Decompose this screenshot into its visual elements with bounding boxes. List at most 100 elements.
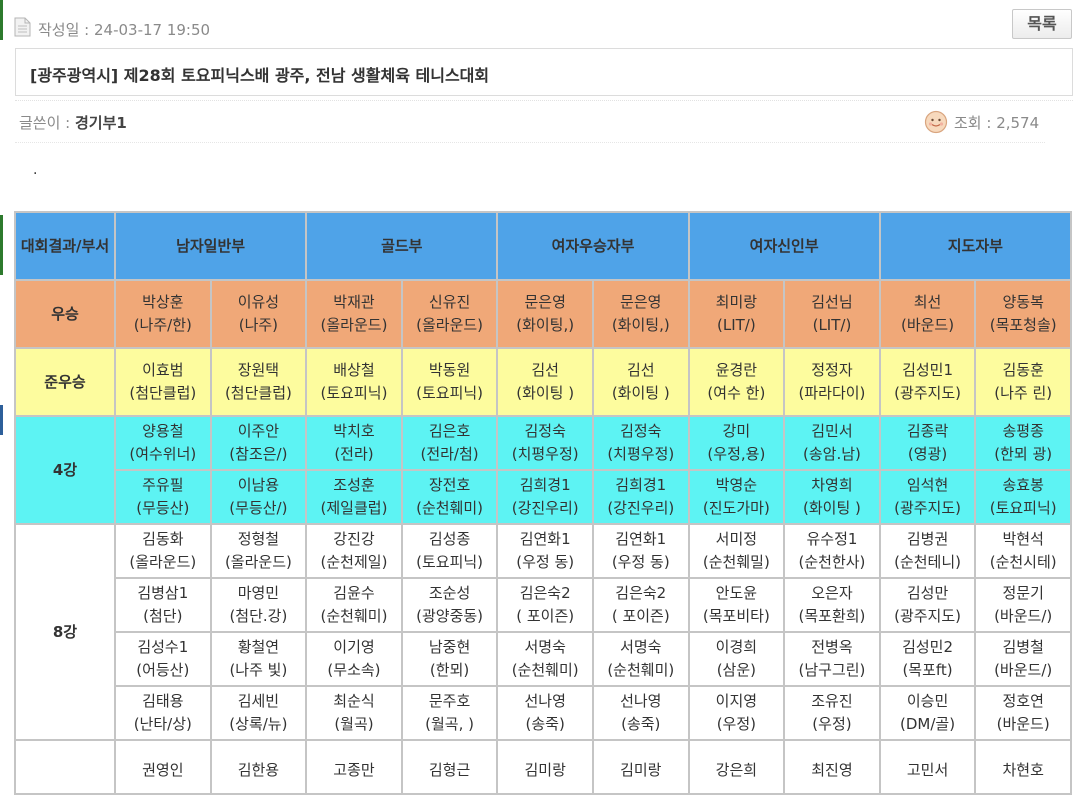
player-cell: 박재관 (올라운드) — [305, 279, 403, 349]
player-name: 서미정 — [715, 530, 758, 548]
player-name: 김세빈 — [237, 692, 280, 710]
player-club: (토요피닉) — [320, 384, 388, 402]
player-name: 김연화1 — [519, 530, 571, 548]
winner-label: 우승 — [14, 279, 116, 349]
player-cell: 김미랑 — [496, 739, 594, 795]
player-club: (첨단.강) — [229, 607, 288, 625]
division-header: 지도자부 — [878, 211, 1073, 281]
quarterfinal-row: 김성수1 (어등산) 황철연 (나주 빛) 이기영 (무소속) 남중현 (한뫼) 서명숙 (순천훼… — [15, 631, 1072, 687]
player-cell: 김성수1 (어등산) — [114, 631, 212, 687]
player-club: (우정 동) — [611, 553, 670, 571]
player-name: 선나영 — [620, 692, 662, 710]
player-cell: 강은희 — [687, 739, 786, 795]
player-name: 송평종 — [1002, 422, 1044, 440]
player-name: 이유성 — [237, 293, 280, 311]
view-count-label: 조회 : 2,574 — [954, 114, 1040, 132]
player-club: (광주지도) — [894, 607, 961, 625]
player-club: (나주) — [238, 316, 279, 334]
player-cell: 김세빈 (상록/뉴) — [209, 685, 308, 741]
player-name: 서명숙 — [524, 638, 566, 656]
player-club: (올라운드) — [416, 316, 484, 334]
player-club: (순천한사) — [798, 553, 866, 571]
player-name: 김병철 — [1002, 638, 1044, 656]
player-club: (화이팅 ) — [611, 384, 670, 402]
player-club: (영광) — [907, 445, 948, 463]
player-name: 양동복 — [1002, 293, 1044, 311]
quarterfinal-label: 8강 — [14, 523, 116, 741]
player-name: 최진영 — [811, 760, 853, 779]
player-cell: 김은숙2 ( 포이즌) — [496, 577, 594, 633]
player-club: (광주지도) — [894, 384, 961, 402]
player-name: 남중현 — [428, 638, 471, 656]
player-cell: 고민서 — [878, 739, 977, 795]
player-cell: 양동복 (목포청솔) — [974, 279, 1072, 349]
player-club: (진도가마) — [702, 499, 770, 517]
player-club: (광양중동) — [416, 607, 484, 625]
table-corner-header: 대회결과/부서 — [14, 211, 116, 281]
player-name: 주유필 — [142, 476, 184, 494]
player-name: 문은영 — [620, 293, 662, 311]
player-cell: 김선 (화이팅 ) — [496, 347, 594, 417]
player-cell: 김병삼1 (첨단) — [114, 577, 212, 633]
semifinal-label: 4강 — [14, 415, 116, 525]
player-cell: 김태용 (난타/상) — [114, 685, 212, 741]
player-name: 송효봉 — [1002, 476, 1044, 494]
player-club: (강진우리) — [607, 499, 675, 517]
player-cell: 서명숙 (순천훼미) — [496, 631, 594, 687]
player-club: (순천훼미) — [607, 661, 675, 679]
player-cell: 이남용 (무등산/) — [209, 469, 308, 525]
player-club: (화이팅,) — [516, 316, 575, 334]
smiley-face-icon — [924, 110, 948, 134]
player-cell: 김성민2 (목포ft) — [878, 631, 977, 687]
player-name: 문은영 — [524, 293, 566, 311]
author-name[interactable]: 경기부1 — [75, 114, 127, 132]
player-cell: 김성만 (광주지도) — [878, 577, 977, 633]
player-name: 강진강 — [333, 530, 375, 548]
player-club: (순천제일) — [320, 553, 388, 571]
player-name: 이효범 — [142, 361, 184, 379]
next-round-label — [14, 739, 116, 795]
player-name: 조성훈 — [333, 476, 375, 494]
player-cell: 윤경란 (여수 한) — [687, 347, 786, 417]
player-name: 김희경1 — [519, 476, 571, 494]
player-name: 박동원 — [428, 361, 471, 379]
player-cell: 배상철 (토요피닉) — [305, 347, 403, 417]
player-cell: 정문기 (바운드/) — [974, 577, 1072, 633]
player-name: 차현호 — [1002, 760, 1044, 779]
semifinal-row: 주유필 (무등산) 이남용 (무등산/) 조성훈 (제일클럽) 장전호 (순천훼미) 김희경1 (… — [15, 469, 1072, 525]
player-club: (목포환희) — [798, 607, 866, 625]
player-cell: 김형근 — [400, 739, 499, 795]
player-name: 신유진 — [428, 293, 471, 311]
player-cell: 정호연 (바운드) — [974, 685, 1072, 741]
player-club: (전라) — [334, 445, 374, 463]
list-button[interactable]: 목록 — [1012, 9, 1072, 39]
player-name: 장전호 — [428, 476, 471, 494]
player-name: 김한용 — [237, 760, 280, 779]
player-club: (남구그린) — [798, 661, 866, 679]
semifinal-row: 4강 양용철 (여수위너) 이주안 (참조은/) 박치호 (전라) 김은호 (전라/첨) 김정숙… — [14, 415, 1072, 525]
player-club: (바운드/) — [994, 661, 1053, 679]
player-club: (화이팅 ) — [516, 384, 575, 402]
player-cell: 마영민 (첨단.강) — [209, 577, 308, 633]
division-header: 여자우승자부 — [496, 211, 690, 281]
player-cell: 김선 (화이팅 ) — [591, 347, 690, 417]
player-cell: 김병권 (순천테니) — [878, 523, 977, 579]
player-name: 박현석 — [1002, 530, 1044, 548]
next-round-row: 권영인 김한용 고종만 김형근 김미랑 김미랑 강은희 최진영 고민서 차현호 — [14, 739, 1072, 795]
player-cell: 김선님 (LIT/) — [783, 279, 881, 349]
player-club: (첨단클럽) — [224, 384, 292, 402]
header-row: 대회결과/부서 남자일반부 골드부 여자우승자부 여자신인부 지도자부 — [14, 211, 1073, 281]
player-club: (토요피닉) — [416, 553, 484, 571]
player-name: 김윤수 — [333, 584, 375, 602]
player-club: (순천훼밀) — [702, 553, 770, 571]
player-name: 윤경란 — [715, 361, 758, 379]
player-name: 강미 — [722, 422, 751, 440]
player-cell: 송평종 (한뫼 광) — [974, 415, 1072, 471]
player-club: (우정) — [812, 715, 852, 733]
post-title: [광주광역시] 제28회 토요피닉스배 광주, 전남 생활체육 테니스대회 — [30, 66, 490, 85]
player-name: 이남용 — [237, 476, 280, 494]
player-name: 고민서 — [906, 760, 949, 779]
player-club: (상록/뉴) — [229, 715, 288, 733]
player-name: 오은자 — [811, 584, 853, 602]
player-cell: 이기영 (무소속) — [305, 631, 403, 687]
